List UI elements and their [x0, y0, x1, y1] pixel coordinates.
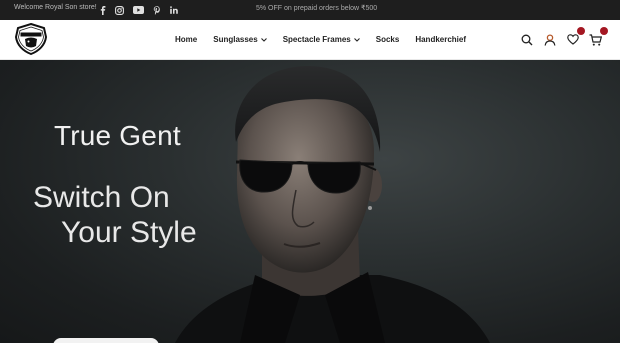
nav-item-sunglasses[interactable]: Sunglasses	[213, 35, 267, 44]
chevron-down-icon	[260, 37, 267, 42]
hero-subtitle: Switch On Your Style	[33, 180, 253, 250]
promo-text: 5% OFF on prepaid orders below ₹500	[256, 5, 378, 12]
nav-item-handkerchief[interactable]: Handkerchief	[415, 35, 466, 44]
social-links	[100, 3, 178, 17]
pinterest-icon[interactable]	[153, 5, 161, 15]
shop-now-button[interactable]	[53, 338, 159, 343]
nav-item-home[interactable]: Home	[175, 35, 197, 44]
chevron-down-icon	[353, 37, 360, 42]
wishlist-count-badge	[577, 27, 585, 35]
welcome-text: Welcome Royal Son store!	[14, 4, 97, 11]
hero-title: True Gent	[54, 120, 181, 151]
youtube-icon[interactable]	[133, 6, 144, 14]
linkedin-icon[interactable]	[170, 6, 178, 14]
cart-icon[interactable]	[589, 27, 608, 46]
nav-label: Socks	[375, 35, 400, 44]
nav-label: Home	[175, 35, 198, 44]
hero-banner[interactable]: True Gent Switch On Your Style	[0, 60, 620, 343]
main-navigation: Home Sunglasses Spectacle Frames Socks H…	[175, 20, 482, 59]
site-header: Home Sunglasses Spectacle Frames Socks H…	[0, 20, 620, 60]
instagram-icon[interactable]	[115, 5, 124, 15]
nav-label: Handkerchief	[415, 35, 467, 44]
wishlist-icon[interactable]	[566, 27, 585, 46]
account-icon[interactable]	[543, 33, 556, 46]
facebook-icon[interactable]	[100, 5, 106, 15]
cart-count-badge	[600, 27, 608, 35]
announcement-bar: Welcome Royal Son store! 5% OFF on prepa…	[0, 0, 620, 20]
nav-item-socks[interactable]: Socks	[376, 35, 400, 44]
nav-label: Sunglasses	[213, 35, 258, 44]
nav-label: Spectacle Frames	[282, 35, 351, 44]
brand-logo[interactable]	[14, 22, 48, 56]
nav-item-spectacle-frames[interactable]: Spectacle Frames	[283, 35, 360, 44]
search-icon[interactable]	[520, 33, 533, 46]
hero-subtitle-line1: Switch On	[33, 181, 170, 214]
hero-subtitle-line2: Your Style	[61, 216, 197, 249]
header-actions	[520, 20, 608, 59]
